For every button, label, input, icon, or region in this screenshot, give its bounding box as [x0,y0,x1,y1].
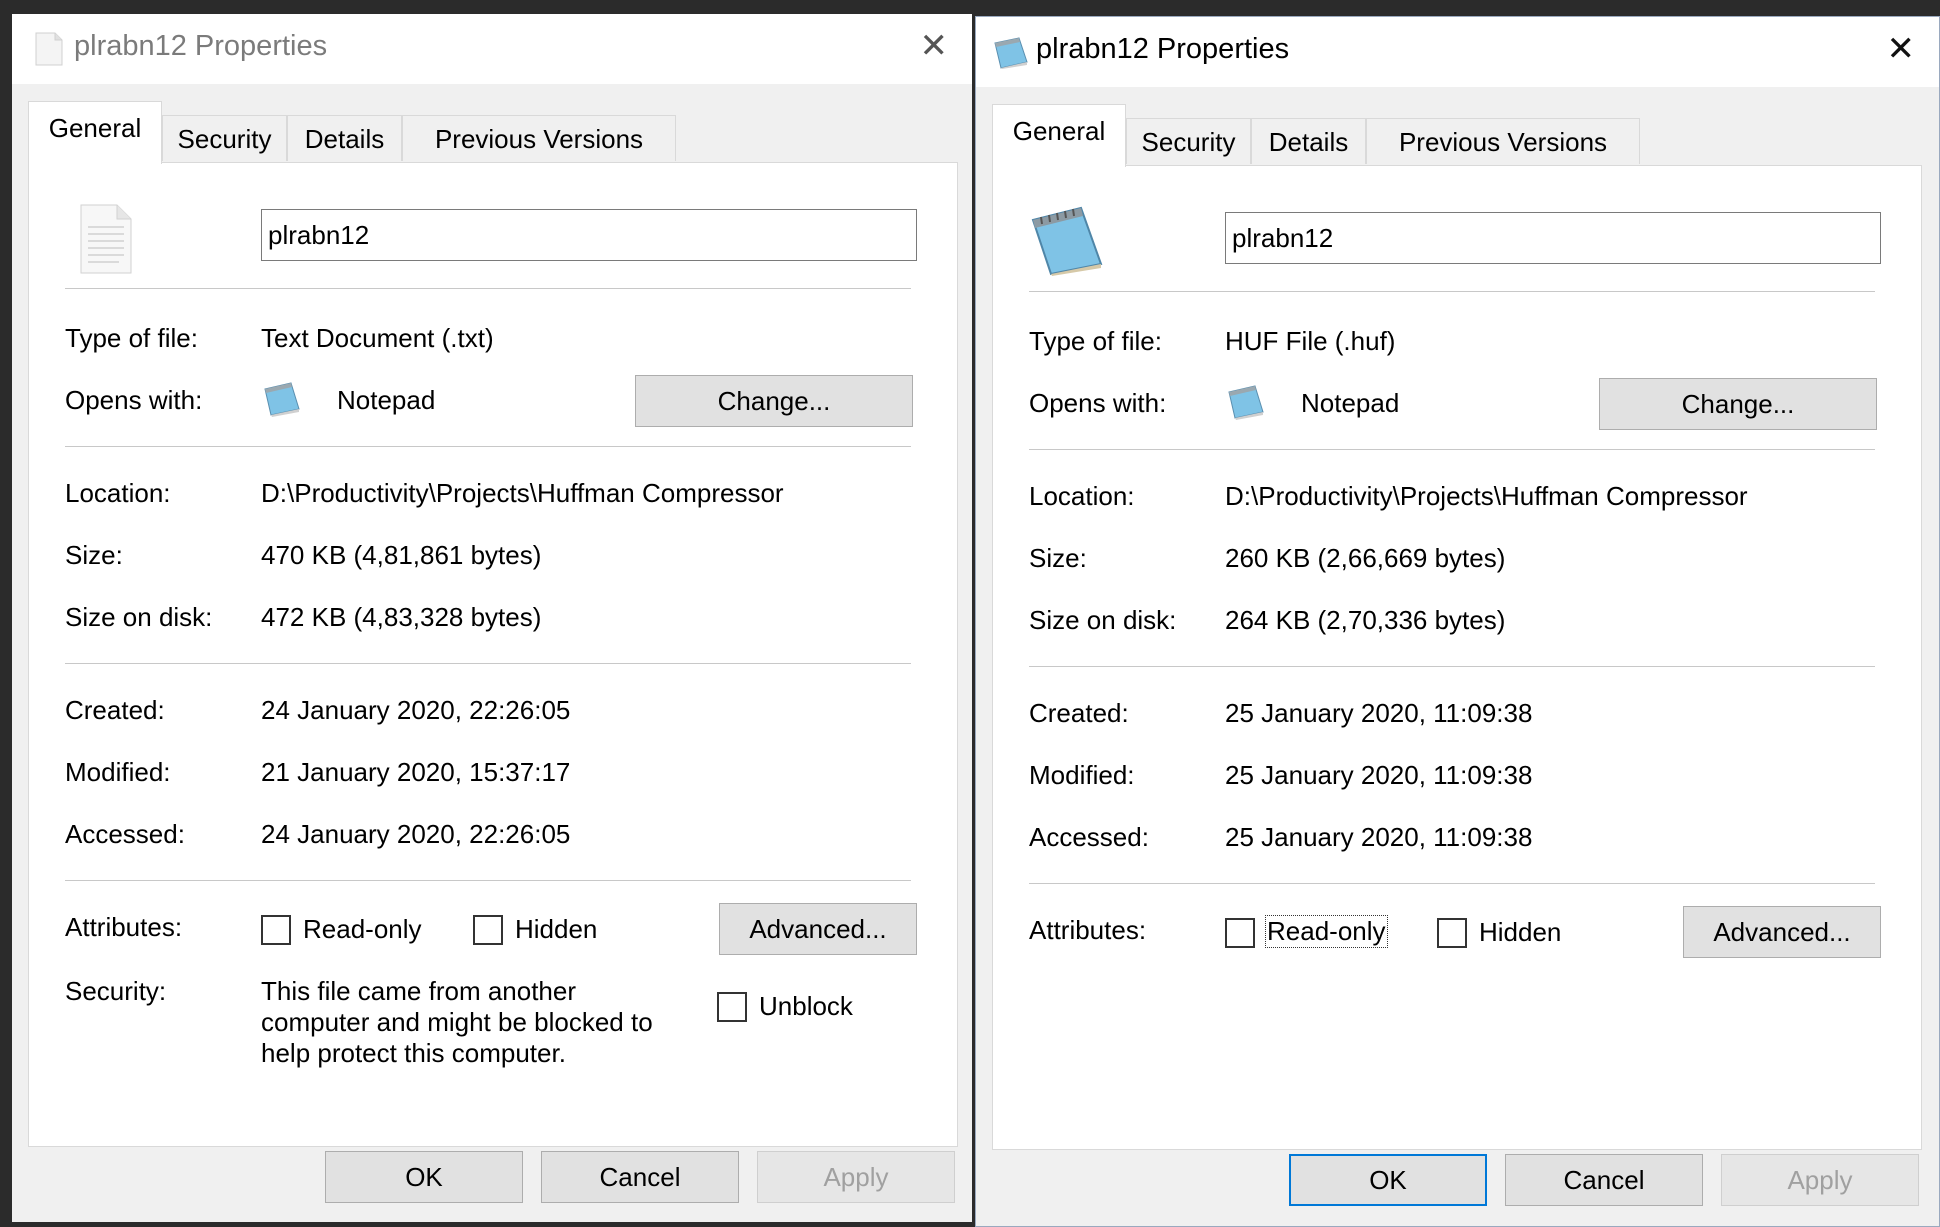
ok-button[interactable]: OK [1289,1154,1487,1206]
opens-with-label: Opens with: [65,385,203,415]
created-label: Created: [1029,698,1129,728]
window-title: plrabn12 Properties [74,30,328,62]
tab-previous-versions[interactable]: Previous Versions [1366,118,1640,164]
title-bar: plrabn12 Properties ✕ [976,17,1939,87]
close-icon[interactable]: ✕ [920,26,949,66]
size-value: 260 KB (2,66,669 bytes) [1225,543,1506,573]
unblock-label[interactable]: Unblock [759,991,853,1022]
hidden-label[interactable]: Hidden [1479,917,1561,948]
window-title: plrabn12 Properties [1036,33,1290,65]
advanced-button[interactable]: Advanced... [719,903,917,955]
hidden-checkbox[interactable] [473,915,503,945]
tab-details[interactable]: Details [1251,118,1366,164]
modified-label: Modified: [1029,760,1135,790]
general-panel: Type of file: Text Document (.txt) Opens… [28,162,958,1147]
type-of-file-label: Type of file: [1029,326,1162,356]
attributes-label: Attributes: [1029,915,1147,945]
size-label: Size: [65,540,123,570]
size-on-disk-value: 264 KB (2,70,336 bytes) [1225,605,1506,635]
change-button[interactable]: Change... [1599,378,1877,430]
size-on-disk-label: Size on disk: [65,602,213,632]
tab-general[interactable]: General [992,104,1126,167]
read-only-checkbox[interactable] [1225,918,1255,948]
hidden-label[interactable]: Hidden [515,914,597,945]
tab-security[interactable]: Security [162,115,287,161]
opens-with-value: Notepad [1301,388,1400,418]
notepad-icon [1031,206,1103,276]
divider [65,663,911,664]
ok-button[interactable]: OK [325,1151,523,1203]
change-button[interactable]: Change... [635,375,913,427]
modified-value: 25 January 2020, 11:09:38 [1225,760,1533,790]
read-only-label[interactable]: Read-only [303,914,422,945]
accessed-label: Accessed: [65,819,185,849]
apply-button[interactable]: Apply [757,1151,955,1203]
divider [65,880,911,881]
tab-general[interactable]: General [28,101,162,164]
hidden-checkbox[interactable] [1437,918,1467,948]
accessed-value: 24 January 2020, 22:26:05 [261,819,571,849]
created-value: 25 January 2020, 11:09:38 [1225,698,1533,728]
notepad-icon [264,382,300,417]
divider [1029,449,1875,450]
cancel-button[interactable]: Cancel [1505,1154,1703,1206]
notepad-icon [994,37,1028,69]
text-file-icon [80,204,132,274]
divider [1029,291,1875,292]
accessed-label: Accessed: [1029,822,1149,852]
size-value: 470 KB (4,81,861 bytes) [261,540,542,570]
security-label: Security: [65,976,167,1006]
created-value: 24 January 2020, 22:26:05 [261,695,571,725]
size-on-disk-value: 472 KB (4,83,328 bytes) [261,602,542,632]
divider [1029,666,1875,667]
type-of-file-label: Type of file: [65,323,198,353]
location-label: Location: [1029,481,1135,511]
tab-details[interactable]: Details [287,115,402,161]
apply-button[interactable]: Apply [1721,1154,1919,1206]
size-label: Size: [1029,543,1087,573]
modified-value: 21 January 2020, 15:37:17 [261,757,571,787]
accessed-value: 25 January 2020, 11:09:38 [1225,822,1533,852]
location-value: D:\Productivity\Projects\Huffman Compres… [1225,481,1748,511]
general-panel: Type of file: HUF File (.huf) Opens with… [992,165,1922,1150]
tab-security[interactable]: Security [1126,118,1251,164]
created-label: Created: [65,695,165,725]
properties-dialog-right: plrabn12 Properties ✕ General Security D… [975,16,1940,1227]
size-on-disk-label: Size on disk: [1029,605,1177,635]
security-message: This file came from another computer and… [261,976,653,1068]
opens-with-value: Notepad [337,385,436,415]
attributes-label: Attributes: [65,912,183,942]
close-icon[interactable]: ✕ [1887,29,1916,69]
read-only-checkbox[interactable] [261,915,291,945]
divider [65,288,911,289]
type-of-file-value: Text Document (.txt) [261,323,494,353]
unblock-checkbox[interactable] [717,992,747,1022]
notepad-icon [1228,385,1264,420]
advanced-button[interactable]: Advanced... [1683,906,1881,958]
read-only-label[interactable]: Read-only [1265,915,1388,948]
location-value: D:\Productivity\Projects\Huffman Compres… [261,478,784,508]
text-file-icon [35,32,63,66]
modified-label: Modified: [65,757,171,787]
location-label: Location: [65,478,171,508]
cancel-button[interactable]: Cancel [541,1151,739,1203]
filename-input[interactable] [261,209,917,261]
divider [1029,883,1875,884]
divider [65,446,911,447]
properties-dialog-left: plrabn12 Properties ✕ General Security D… [12,14,972,1222]
filename-input[interactable] [1225,212,1881,264]
type-of-file-value: HUF File (.huf) [1225,326,1396,356]
title-bar: plrabn12 Properties ✕ [12,14,972,84]
tab-previous-versions[interactable]: Previous Versions [402,115,676,161]
opens-with-label: Opens with: [1029,388,1167,418]
